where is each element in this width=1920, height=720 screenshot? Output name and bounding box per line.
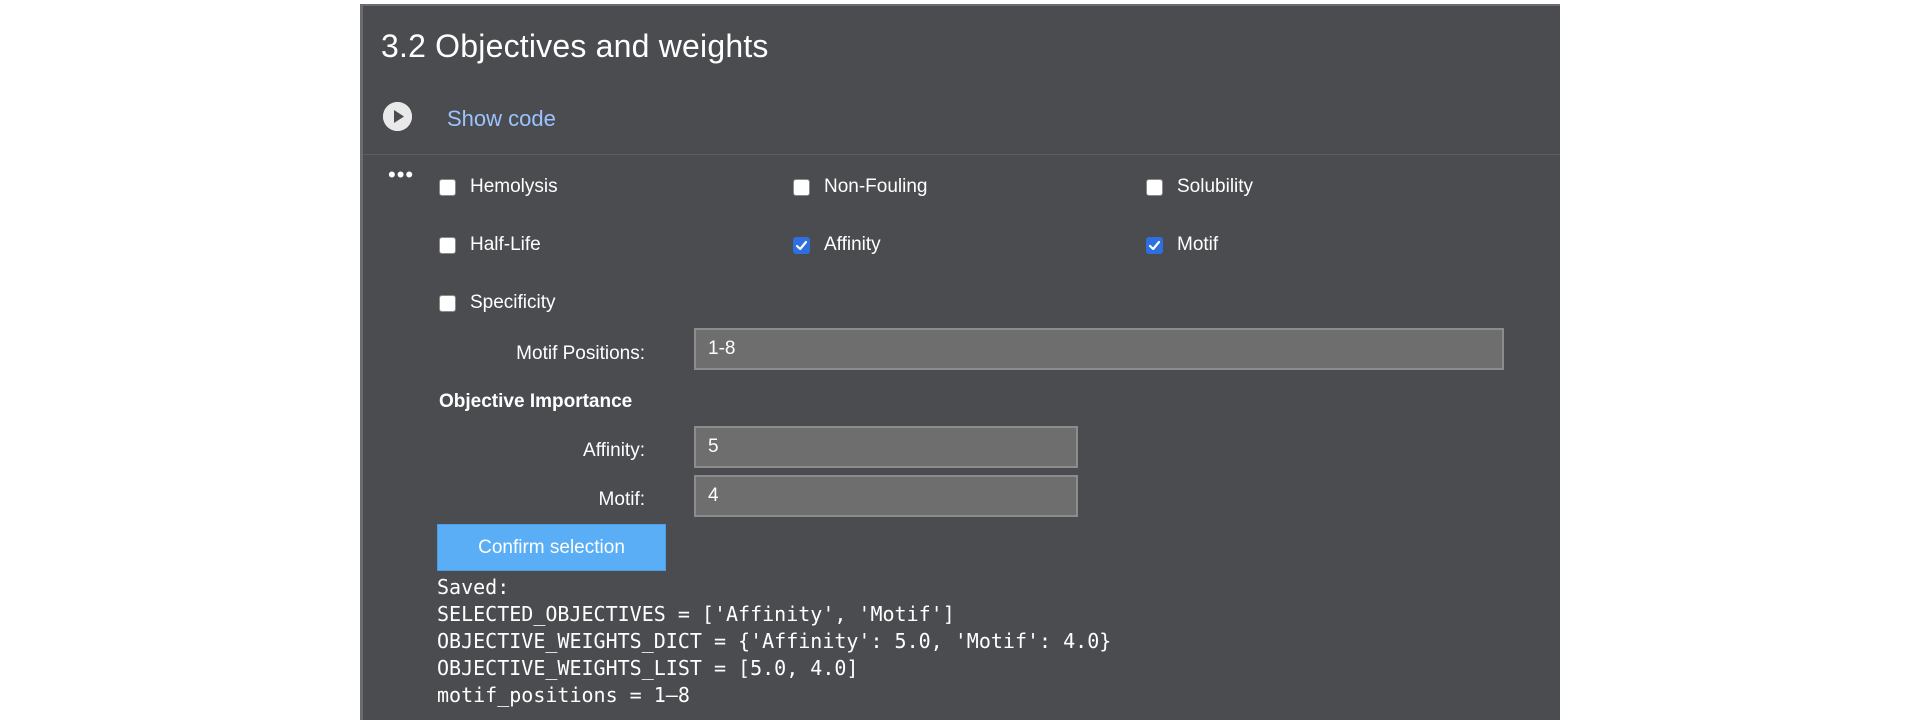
motif-weight-input[interactable] xyxy=(694,475,1078,517)
checkbox-motif[interactable]: Motif xyxy=(1146,234,1218,256)
play-circle-icon xyxy=(383,102,412,131)
checkbox-label: Solubility xyxy=(1177,176,1254,197)
affinity-weight-input[interactable] xyxy=(694,426,1078,468)
checkbox-box-checked[interactable] xyxy=(1146,236,1163,254)
motif-positions-input[interactable] xyxy=(694,328,1504,370)
affinity-weight-label: Affinity: xyxy=(583,440,645,461)
checkbox-label: Non-Fouling xyxy=(824,176,928,197)
objective-importance-heading: Objective Importance xyxy=(439,391,633,412)
checkbox-box-checked[interactable] xyxy=(793,236,810,254)
checkbox-affinity[interactable]: Affinity xyxy=(793,234,881,256)
cell-output: Saved: SELECTED_OBJECTIVES = ['Affinity',… xyxy=(437,574,1111,709)
checkbox-half-life[interactable]: Half-Life xyxy=(439,234,541,256)
checkbox-label: Hemolysis xyxy=(470,176,558,197)
checkbox-box[interactable] xyxy=(439,236,456,254)
checkbox-non-fouling[interactable]: Non-Fouling xyxy=(793,176,928,198)
confirm-selection-button[interactable]: Confirm selection xyxy=(437,524,666,571)
notebook-cell: 3.2 Objectives and weights Show code •••… xyxy=(360,4,1560,720)
checkbox-label: Motif xyxy=(1177,234,1219,255)
checkbox-box[interactable] xyxy=(439,294,456,312)
checkbox-hemolysis[interactable]: Hemolysis xyxy=(439,176,558,198)
show-code-link[interactable]: Show code xyxy=(447,106,556,132)
output-line: SELECTED_OBJECTIVES = ['Affinity', 'Moti… xyxy=(437,602,955,626)
output-line: motif_positions = 1–8 xyxy=(437,683,690,707)
motif-weight-label: Motif: xyxy=(598,489,645,510)
output-line: OBJECTIVE_WEIGHTS_LIST = [5.0, 4.0] xyxy=(437,656,859,680)
run-cell-button[interactable] xyxy=(383,102,412,131)
checkmark-icon xyxy=(795,240,808,250)
checkbox-solubility[interactable]: Solubility xyxy=(1146,176,1253,198)
checkbox-box[interactable] xyxy=(793,178,810,196)
output-line: Saved: xyxy=(437,575,510,599)
checkbox-label: Affinity xyxy=(824,234,881,255)
output-divider xyxy=(363,154,1560,155)
output-line: OBJECTIVE_WEIGHTS_DICT = {'Affinity': 5.… xyxy=(437,629,1112,653)
checkbox-box[interactable] xyxy=(439,178,456,196)
checkbox-box[interactable] xyxy=(1146,178,1163,196)
motif-positions-label: Motif Positions: xyxy=(516,343,645,364)
cell-title: 3.2 Objectives and weights xyxy=(381,28,769,64)
more-options-icon[interactable]: ••• xyxy=(388,164,414,186)
checkbox-label: Half-Life xyxy=(470,234,541,255)
checkbox-label: Specificity xyxy=(470,292,556,313)
checkmark-icon xyxy=(1148,240,1161,250)
checkbox-specificity[interactable]: Specificity xyxy=(439,292,556,314)
